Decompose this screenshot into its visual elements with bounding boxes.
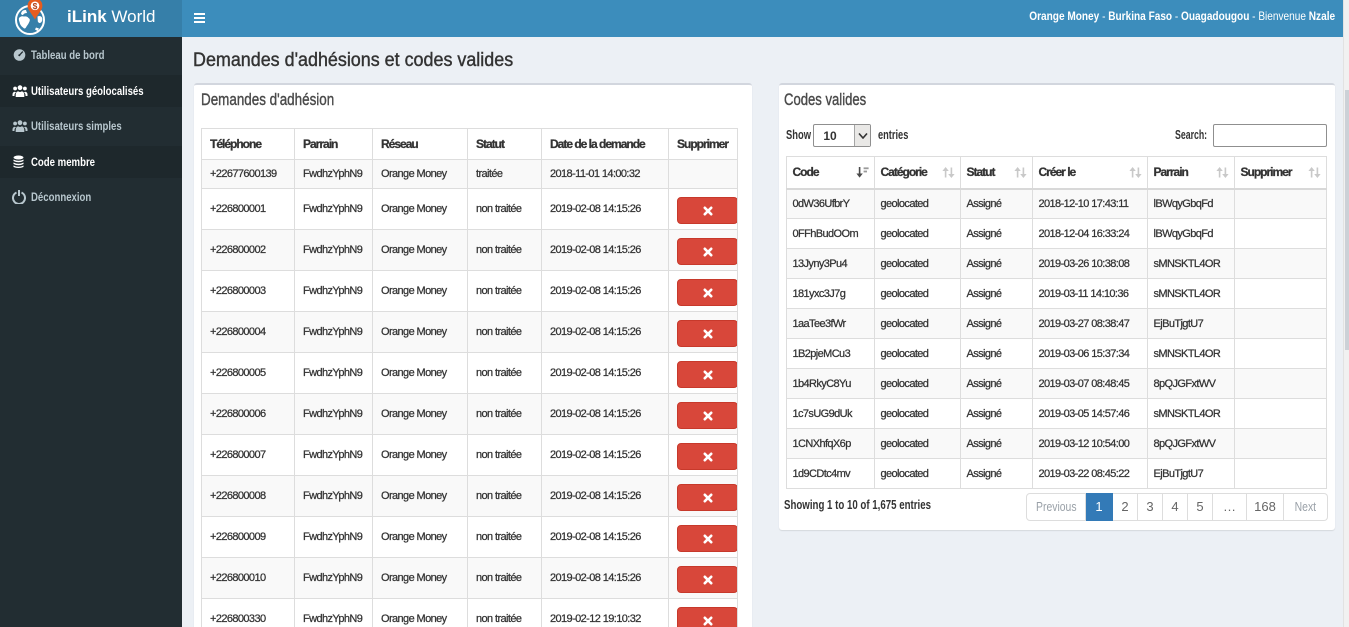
svg-text:$: $ bbox=[33, 1, 38, 11]
